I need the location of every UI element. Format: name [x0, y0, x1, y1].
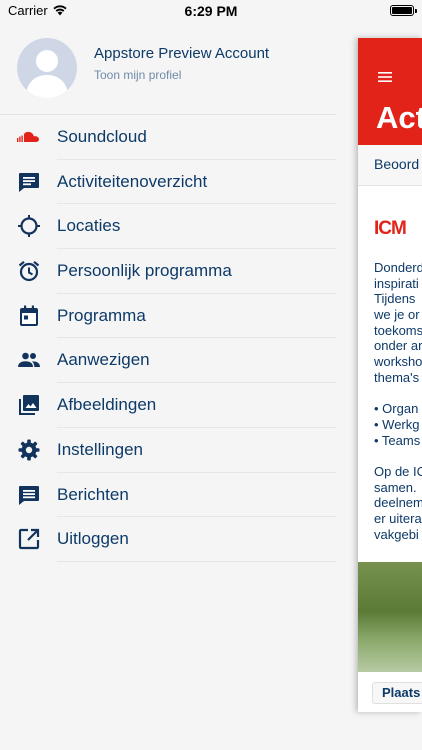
body-line: • Organ [374, 401, 419, 417]
event-photo [358, 562, 422, 672]
message-icon [19, 172, 39, 192]
menu-item-aanwezigen[interactable]: Aanwezigen [0, 338, 336, 384]
body-line: deelnem [374, 495, 422, 511]
body-line: Tijdens [374, 291, 416, 307]
menu-item-soundcloud[interactable]: Soundcloud [0, 115, 336, 160]
body-line [374, 386, 422, 402]
menu-item-berichten[interactable]: Berichten [0, 473, 336, 518]
menu-label-persoonlijk-programma: Persoonlijk programma [57, 261, 232, 281]
person-silhouette-icon [25, 50, 69, 98]
gear-icon [18, 439, 40, 461]
icm-logo: ICM [374, 218, 407, 239]
menu-item-uitloggen[interactable]: Uitloggen [0, 517, 336, 562]
show-profile-link[interactable]: Toon mijn profiel [94, 68, 181, 82]
body-line: we je or [374, 307, 420, 323]
location-crosshair-icon [18, 215, 40, 238]
menu-label-programma: Programma [57, 305, 146, 325]
people-icon [18, 353, 40, 368]
status-time: 6:29 PM [184, 3, 238, 19]
preview-rating-tab[interactable]: Beoord [374, 156, 419, 172]
body-line: thema's [374, 369, 420, 385]
body-line: worksho [374, 354, 422, 370]
preview-body-text: Donderd inspirati Tijdens we je or toeko… [374, 260, 422, 542]
profile-name: Appstore Preview Account [94, 45, 270, 62]
alarm-clock-icon [18, 261, 40, 282]
menu-divider [57, 560, 336, 562]
body-line: toekoms [374, 322, 422, 338]
body-line: onder ar [374, 338, 422, 354]
menu-label-instellingen: Instellingen [57, 439, 144, 459]
body-line: inspirati [374, 275, 419, 291]
menu-item-programma[interactable]: Programma [0, 294, 336, 339]
soundcloud-icon [17, 131, 39, 142]
menu-label-locaties: Locaties [57, 216, 121, 236]
menu-item-afbeeldingen[interactable]: Afbeeldingen [0, 383, 336, 428]
avatar[interactable] [17, 38, 77, 98]
preview-title: Act [376, 100, 422, 135]
body-line: vakgebi [374, 526, 419, 542]
menu-label-afbeeldingen: Afbeeldingen [57, 395, 157, 415]
menu-label-berichten: Berichten [57, 484, 129, 504]
hamburger-menu-icon[interactable] [378, 72, 392, 82]
status-bar: Carrier 6:29 PM [0, 0, 422, 22]
place-button-label: Plaats [382, 685, 421, 700]
open-in-new-icon [18, 529, 40, 550]
chat-icon [19, 485, 39, 505]
menu-label-aanwezigen: Aanwezigen [57, 350, 150, 370]
calendar-icon [20, 305, 38, 326]
body-line [374, 448, 422, 464]
menu-label-uitloggen: Uitloggen [57, 529, 129, 549]
body-line: Op de IC [374, 463, 422, 479]
body-line: er uitera [374, 511, 422, 526]
body-line: samen. [374, 479, 417, 495]
photo-library-icon [19, 395, 39, 416]
side-menu: Soundcloud Activiteitenoverzicht Locatie… [0, 115, 336, 562]
body-line: • Werkg [374, 416, 420, 432]
menu-item-instellingen[interactable]: Instellingen [0, 428, 336, 473]
body-line: • Teams [374, 432, 421, 448]
profile-header[interactable]: Appstore Preview Account Toon mijn profi… [0, 22, 340, 114]
main-screen-preview[interactable]: Act Beoord ICM Donderd inspirati Tijdens… [358, 38, 422, 712]
menu-item-activiteitenoverzicht[interactable]: Activiteitenoverzicht [0, 160, 336, 205]
body-line: Donderd [374, 260, 422, 275]
menu-item-locaties[interactable]: Locaties [0, 204, 336, 250]
menu-item-persoonlijk-programma[interactable]: Persoonlijk programma [0, 249, 336, 294]
battery-icon [390, 5, 417, 16]
menu-label-activiteitenoverzicht: Activiteitenoverzicht [57, 171, 208, 191]
menu-label-soundcloud: Soundcloud [57, 127, 147, 146]
